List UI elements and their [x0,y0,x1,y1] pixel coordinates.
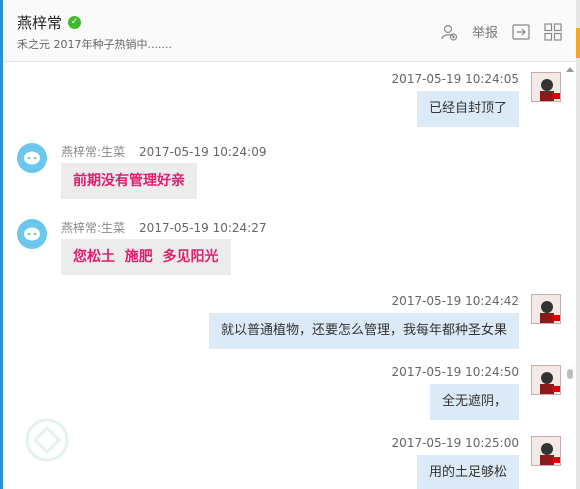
incoming-message-bubble[interactable]: 您松土 施肥 多见阳光 [61,239,231,275]
outgoing-message-bubble[interactable]: 就以普通植物，还要怎么管理，我每年都种圣女果 [208,313,519,349]
header-toolbar: 举报 [440,22,562,41]
outgoing-message-bubble[interactable]: 已经自封顶了 [416,91,519,127]
side-tab-marker[interactable] [576,28,580,58]
message-meta: 燕梓常:生菜 2017-05-19 10:24:09 [61,143,267,160]
message-timestamp: 2017-05-19 10:24:42 [391,294,519,308]
report-button[interactable]: 举报 [472,22,498,41]
my-avatar[interactable] [531,436,561,466]
watermark-logo [25,418,69,462]
title-row: 燕梓常 ✓ [17,12,82,33]
share-icon[interactable] [512,23,530,40]
add-contact-icon[interactable] [440,23,458,41]
incoming-message-bubble[interactable]: 前期没有管理好亲 [61,163,197,199]
contact-avatar[interactable] [17,143,47,173]
chat-messages[interactable]: 2017-05-19 10:24:05 已经自封顶了 燕梓常:生菜 2017-05… [3,63,565,489]
message-timestamp: 2017-05-19 10:25:00 [391,436,519,450]
message-timestamp: 2017-05-19 10:24:50 [391,365,519,379]
scroll-up-arrow-icon[interactable] [566,67,574,72]
contact-signature: 禾之元 2017年种子热销中....... [17,38,172,51]
message-timestamp: 2017-05-19 10:24:05 [391,72,519,86]
my-avatar[interactable] [531,294,561,324]
window-right-edge [576,0,580,489]
message-meta: 燕梓常:生菜 2017-05-19 10:24:27 [61,219,267,236]
contact-avatar[interactable] [17,219,47,249]
chat-scrollbar[interactable] [566,63,574,489]
my-avatar[interactable] [531,72,561,102]
apps-grid-icon[interactable] [544,22,562,41]
contact-name[interactable]: 燕梓常 [17,12,62,33]
chat-header: 燕梓常 ✓ 禾之元 2017年种子热销中....... 举报 [3,0,576,62]
sender-name: 燕梓常:生菜 [61,221,126,235]
verified-check-icon: ✓ [68,16,82,29]
sender-name: 燕梓常:生菜 [61,145,126,159]
message-timestamp: 2017-05-19 10:24:27 [139,221,267,235]
outgoing-message-bubble[interactable]: 全无遮阴， [429,384,519,420]
outgoing-message-bubble[interactable]: 用的土足够松 [416,455,519,489]
my-avatar[interactable] [531,365,561,395]
message-timestamp: 2017-05-19 10:24:09 [139,145,267,159]
scroll-thumb[interactable] [567,369,573,379]
